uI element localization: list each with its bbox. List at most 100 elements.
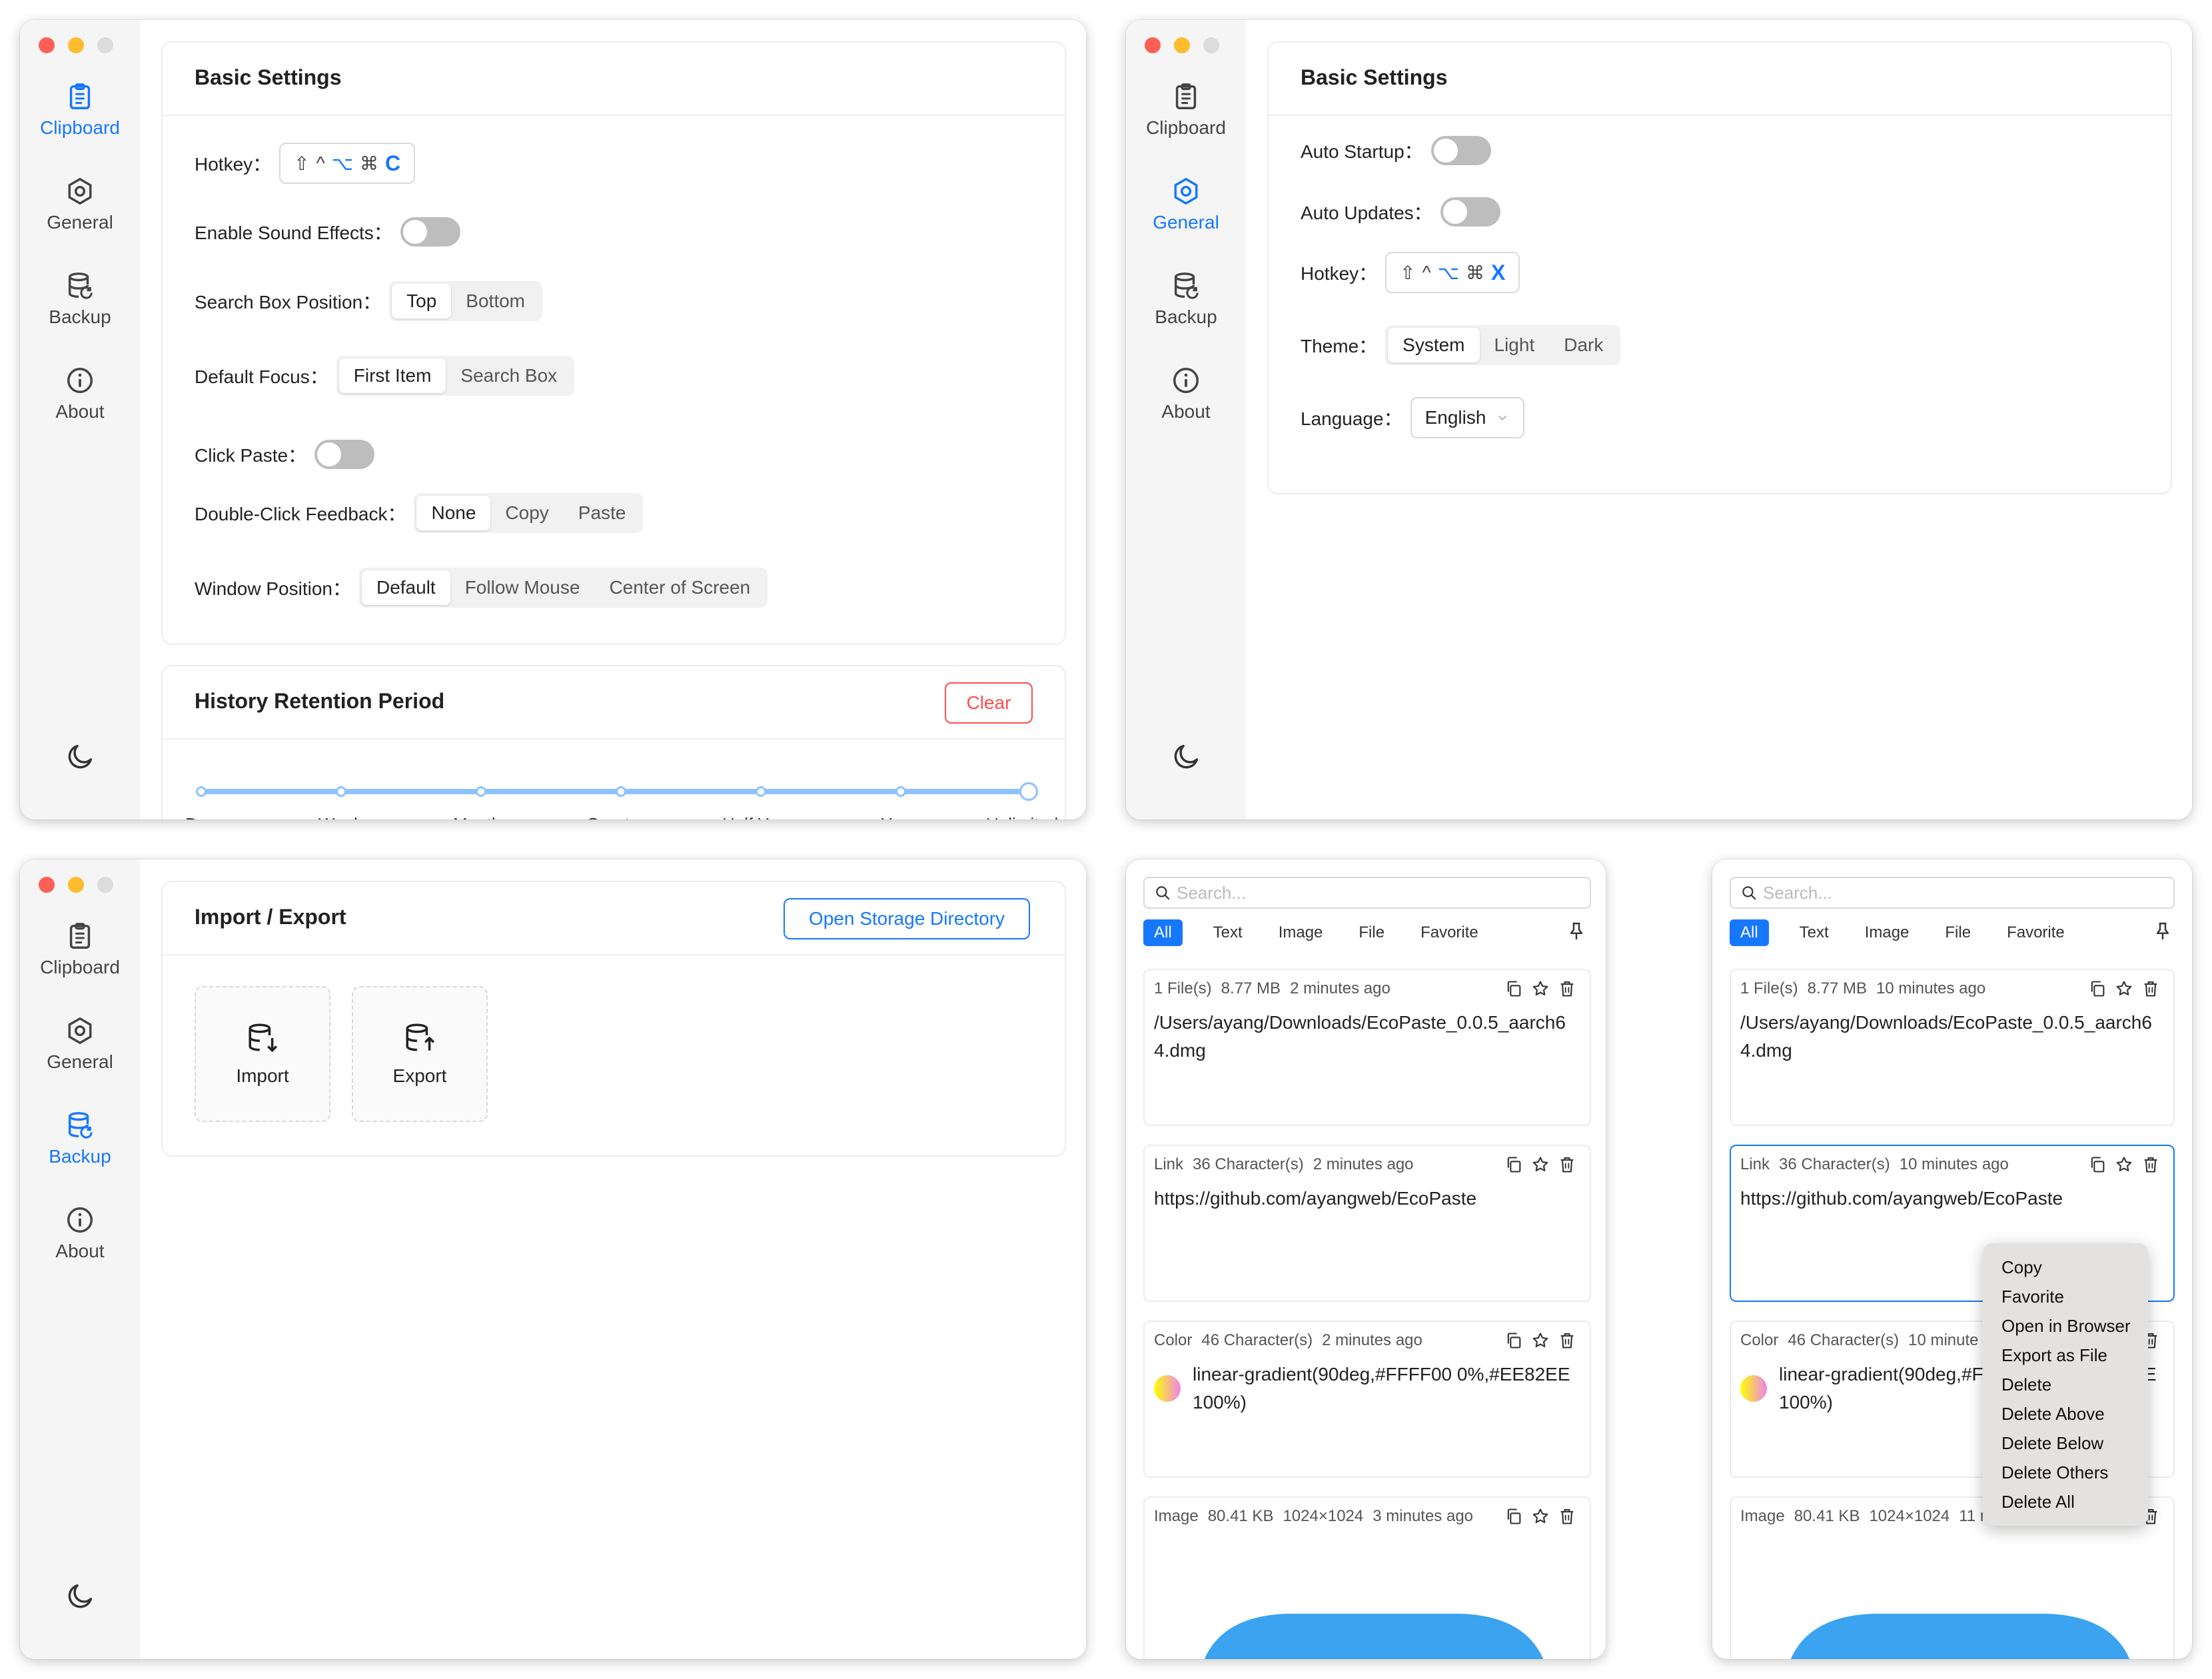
tab-text[interactable]: Text: [1203, 919, 1253, 946]
trash-icon[interactable]: [1558, 979, 1576, 998]
tab-file[interactable]: File: [1934, 919, 1981, 946]
segment-default[interactable]: Default: [361, 570, 450, 605]
menu-item-delete-below[interactable]: Delete Below: [1983, 1428, 2148, 1458]
trash-icon[interactable]: [2141, 979, 2160, 998]
auto-startup-toggle[interactable]: [1430, 136, 1491, 165]
search-input[interactable]: Search...: [1143, 877, 1591, 909]
zoom-window-button[interactable]: [97, 37, 113, 53]
export-button[interactable]: Export: [352, 986, 488, 1122]
moon-icon[interactable]: [65, 1580, 96, 1611]
slider-handle[interactable]: [1019, 782, 1038, 801]
menu-item-copy[interactable]: Copy: [1983, 1253, 2148, 1282]
trash-icon[interactable]: [1558, 1331, 1576, 1350]
minimize-window-button[interactable]: [1174, 37, 1190, 53]
hotkey-recorder[interactable]: ⇧ ^ ⌥ ⌘ X: [1385, 252, 1520, 293]
star-icon[interactable]: [1531, 1331, 1550, 1350]
sidebar-item-backup[interactable]: Backup: [20, 1110, 140, 1167]
zoom-window-button[interactable]: [97, 877, 113, 893]
copy-icon[interactable]: [1504, 979, 1523, 998]
menu-item-delete-all[interactable]: Delete All: [1983, 1487, 2148, 1516]
star-icon[interactable]: [1531, 979, 1550, 998]
segment-search-box[interactable]: Search Box: [446, 358, 572, 393]
segment-first-item[interactable]: First Item: [338, 358, 446, 393]
segment-center-of-screen[interactable]: Center of Screen: [594, 570, 765, 605]
segment-bottom[interactable]: Bottom: [451, 284, 540, 318]
sidebar-item-clipboard[interactable]: Clipboard: [20, 921, 140, 978]
language-select[interactable]: English: [1410, 397, 1525, 438]
sidebar-item-about[interactable]: About: [1126, 365, 1246, 422]
segment-follow-mouse[interactable]: Follow Mouse: [450, 570, 595, 605]
clear-button[interactable]: Clear: [945, 682, 1033, 724]
pin-icon[interactable]: [1566, 921, 1587, 942]
moon-icon[interactable]: [1171, 741, 1202, 772]
minimize-window-button[interactable]: [68, 37, 84, 53]
star-icon[interactable]: [1531, 1507, 1550, 1526]
menu-item-favorite[interactable]: Favorite: [1983, 1282, 2148, 1311]
open-storage-directory-button[interactable]: Open Storage Directory: [784, 898, 1030, 939]
sidebar-item-clipboard[interactable]: Clipboard: [20, 81, 140, 139]
close-window-button[interactable]: [1145, 37, 1161, 53]
pin-icon[interactable]: [2152, 921, 2173, 942]
copy-icon[interactable]: [1504, 1507, 1523, 1526]
zoom-window-button[interactable]: [1203, 37, 1219, 53]
sidebar-item-general[interactable]: General: [20, 1015, 140, 1073]
segment-system[interactable]: System: [1388, 328, 1480, 362]
segment-light[interactable]: Light: [1480, 328, 1550, 362]
copy-icon[interactable]: [2088, 979, 2107, 998]
sound-toggle[interactable]: [400, 217, 460, 247]
import-button[interactable]: Import: [195, 986, 330, 1122]
segment-dark[interactable]: Dark: [1549, 328, 1618, 362]
search-input[interactable]: Search...: [1730, 877, 2175, 909]
segment-none[interactable]: None: [416, 496, 491, 530]
star-icon[interactable]: [2115, 979, 2133, 998]
hotkey-recorder[interactable]: ⇧ ^ ⌥ ⌘ C: [279, 143, 416, 184]
item-meta: Link 36 Character(s) 2 minutes ago: [1154, 1155, 1423, 1174]
tab-all[interactable]: All: [1730, 919, 1769, 946]
sidebar-item-general[interactable]: General: [20, 176, 140, 233]
trash-icon[interactable]: [2141, 1155, 2160, 1174]
sidebar-item-backup[interactable]: Backup: [1126, 271, 1246, 328]
copy-icon[interactable]: [1504, 1331, 1523, 1350]
star-icon[interactable]: [1531, 1155, 1550, 1174]
tab-image[interactable]: Image: [1268, 919, 1334, 946]
copy-icon[interactable]: [2088, 1155, 2107, 1174]
segment-copy[interactable]: Copy: [490, 496, 563, 530]
sidebar-item-general[interactable]: General: [1126, 176, 1246, 233]
list-item[interactable]: 1 File(s) 8.77 MB 2 minutes ago /Users/aya…: [1143, 969, 1591, 1126]
menu-item-delete[interactable]: Delete: [1983, 1370, 2148, 1399]
tab-all[interactable]: All: [1143, 919, 1183, 946]
menu-item-delete-above[interactable]: Delete Above: [1983, 1399, 2148, 1428]
trash-icon[interactable]: [1558, 1155, 1576, 1174]
list-item[interactable]: Image 80.41 KB 1024×1024 3 minutes ago: [1143, 1496, 1591, 1659]
tab-image[interactable]: Image: [1854, 919, 1920, 946]
menu-item-export-as-file[interactable]: Export as File: [1983, 1341, 2148, 1370]
tab-favorite[interactable]: Favorite: [1410, 919, 1489, 946]
menu-item-open-in-browser[interactable]: Open in Browser: [1983, 1311, 2148, 1341]
basic-settings-card: Basic Settings Auto Startup： Auto Update…: [1267, 41, 2172, 494]
star-icon[interactable]: [2115, 1155, 2133, 1174]
menu-item-delete-others[interactable]: Delete Others: [1983, 1458, 2148, 1487]
meta-type: Link: [1740, 1155, 1770, 1173]
sidebar-item-about[interactable]: About: [20, 1205, 140, 1262]
close-window-button[interactable]: [39, 37, 55, 53]
click-paste-toggle[interactable]: [314, 440, 375, 469]
trash-icon[interactable]: [1558, 1507, 1576, 1526]
close-window-button[interactable]: [39, 877, 55, 893]
copy-icon[interactable]: [1504, 1155, 1523, 1174]
segment-top[interactable]: Top: [392, 284, 452, 318]
list-item[interactable]: 1 File(s) 8.77 MB 10 minutes ago /Users/ay…: [1730, 969, 2175, 1126]
tab-text[interactable]: Text: [1789, 919, 1840, 946]
minimize-window-button[interactable]: [68, 877, 84, 893]
info-icon: [65, 1205, 95, 1235]
tab-file[interactable]: File: [1348, 919, 1395, 946]
auto-updates-toggle[interactable]: [1440, 197, 1500, 227]
list-item[interactable]: Color 46 Character(s) 2 minutes ago linear…: [1143, 1321, 1591, 1478]
sidebar-item-backup[interactable]: Backup: [20, 271, 140, 328]
tab-favorite[interactable]: Favorite: [1996, 919, 2075, 946]
moon-icon[interactable]: [65, 741, 96, 772]
sidebar-item-about[interactable]: About: [20, 365, 140, 422]
sidebar-item-clipboard[interactable]: Clipboard: [1126, 81, 1246, 139]
meta-type: Image: [1740, 1507, 1785, 1525]
list-item[interactable]: Link 36 Character(s) 2 minutes ago https:/…: [1143, 1145, 1591, 1302]
segment-paste[interactable]: Paste: [564, 496, 641, 530]
